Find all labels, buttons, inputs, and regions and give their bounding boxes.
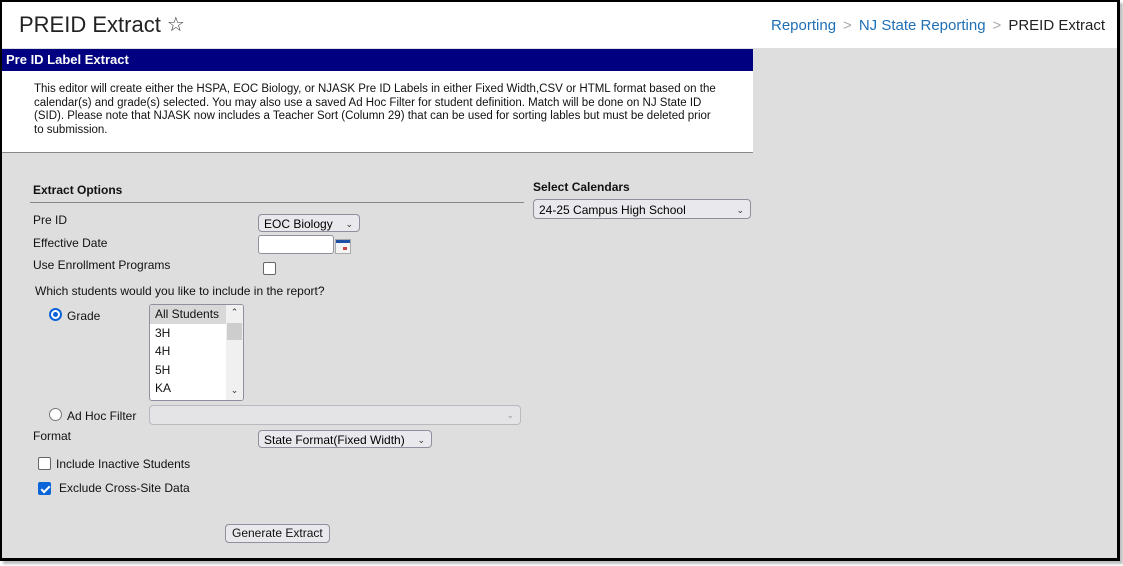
- calendar-value: 24-25 Campus High School: [539, 203, 686, 217]
- format-value: State Format(Fixed Width): [264, 433, 405, 447]
- ad-hoc-filter-select[interactable]: ⌄: [149, 405, 521, 425]
- chevron-down-icon: ⌄: [417, 435, 425, 445]
- grade-label: Grade: [67, 309, 101, 323]
- chevron-down-icon: ⌄: [736, 205, 744, 215]
- use-enrollment-programs-checkbox[interactable]: [263, 262, 276, 275]
- calendar-icon[interactable]: [335, 239, 351, 254]
- chevron-right-icon: >: [992, 17, 1002, 34]
- ad-hoc-filter-label: Ad Hoc Filter: [67, 409, 137, 423]
- scrollbar-thumb[interactable]: [227, 323, 242, 340]
- scroll-down-icon[interactable]: ⌄: [226, 385, 243, 396]
- exclude-cross-site-label: Exclude Cross-Site Data: [59, 481, 190, 495]
- page-title: PREID Extract ☆: [19, 12, 185, 38]
- extract-options-title: Extract Options: [33, 183, 123, 197]
- select-calendars-title: Select Calendars: [533, 180, 630, 194]
- exclude-cross-site-checkbox[interactable]: [38, 482, 51, 495]
- calendar-select[interactable]: 24-25 Campus High School ⌄: [533, 199, 751, 219]
- description-text: This editor will create either the HSPA,…: [2, 71, 753, 153]
- section-divider: [30, 202, 524, 203]
- format-label: Format: [33, 429, 72, 443]
- ad-hoc-filter-radio[interactable]: [49, 408, 62, 421]
- students-question-label: Which students would you like to include…: [35, 284, 325, 298]
- star-outline-icon[interactable]: ☆: [167, 12, 185, 37]
- pre-id-value: EOC Biology: [264, 217, 333, 231]
- pre-id-label: Pre ID: [33, 213, 68, 227]
- section-banner: Pre ID Label Extract: [2, 49, 753, 71]
- include-inactive-label: Include Inactive Students: [56, 457, 191, 471]
- chevron-down-icon: ⌄: [345, 219, 353, 229]
- breadcrumb-reporting[interactable]: Reporting: [771, 17, 836, 34]
- scroll-up-icon[interactable]: ⌃: [226, 307, 243, 318]
- effective-date-label: Effective Date: [33, 236, 108, 250]
- pre-id-select[interactable]: EOC Biology ⌄: [258, 214, 360, 232]
- use-enrollment-programs-label: Use Enrollment Programs: [33, 258, 171, 272]
- page-title-text: PREID Extract: [19, 12, 161, 37]
- effective-date-input[interactable]: [258, 235, 334, 254]
- breadcrumb-current: PREID Extract: [1008, 17, 1105, 34]
- breadcrumb: Reporting > NJ State Reporting > PREID Extra…: [771, 17, 1105, 34]
- format-select[interactable]: State Format(Fixed Width) ⌄: [258, 430, 432, 448]
- breadcrumb-nj-state-reporting[interactable]: NJ State Reporting: [859, 17, 986, 34]
- grade-listbox-scrollbar[interactable]: ⌃ ⌄: [226, 305, 243, 400]
- include-inactive-checkbox[interactable]: [38, 457, 51, 470]
- chevron-down-icon: ⌄: [506, 410, 514, 420]
- grade-radio[interactable]: [49, 308, 62, 321]
- grade-listbox[interactable]: All Students 3H 4H 5H KA ⌃ ⌄: [149, 304, 244, 401]
- page-header: PREID Extract ☆ Reporting > NJ State Report…: [2, 2, 1117, 48]
- chevron-right-icon: >: [843, 17, 852, 34]
- generate-extract-button[interactable]: Generate Extract: [225, 524, 330, 543]
- app-window: PREID Extract ☆ Reporting > NJ State Report…: [0, 0, 1120, 561]
